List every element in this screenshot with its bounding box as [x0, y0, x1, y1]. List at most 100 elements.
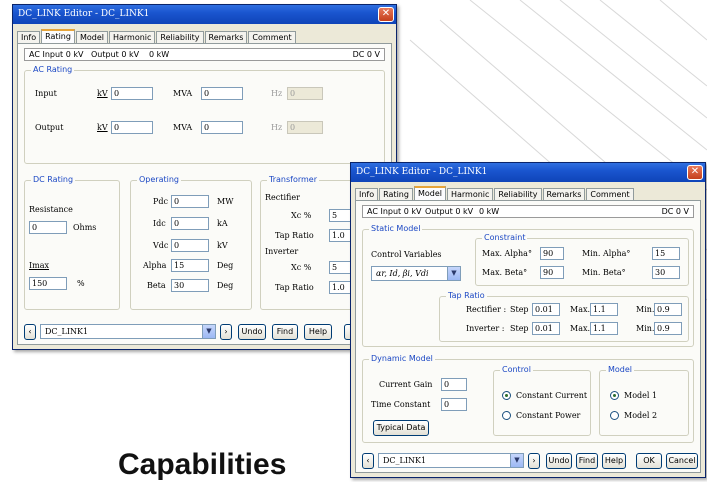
close-icon[interactable]: ✕: [687, 165, 703, 180]
output-kv-field[interactable]: 0: [111, 121, 153, 134]
output-hz-label: Hz: [271, 123, 283, 132]
inv-step-label: Step: [510, 324, 529, 333]
operating-group: Operating Pdc 0 MW Idc 0 kA Vdc 0 kV Alp…: [130, 175, 252, 310]
status-dc: DC 0 V: [661, 207, 689, 216]
close-icon[interactable]: ✕: [378, 7, 394, 22]
tab-model[interactable]: Model: [75, 31, 108, 43]
output-mva-field[interactable]: 0: [201, 121, 243, 134]
window2-title: DC_LINK Editor - DC_LINK1: [356, 167, 488, 177]
status-ac-input: AC Input 0 kV: [367, 207, 422, 216]
idc-label: Idc: [153, 219, 166, 228]
undo-button[interactable]: Undo: [546, 453, 572, 469]
status-ac-output: Output 0 kV: [425, 207, 474, 216]
model1-radio[interactable]: [610, 391, 619, 400]
find-button[interactable]: Find: [576, 453, 598, 469]
tab-info[interactable]: Info: [17, 31, 41, 43]
chevron-right-icon: ›: [224, 327, 228, 336]
dynamic-model-label: Dynamic Model: [369, 354, 435, 364]
next-device-button[interactable]: ›: [528, 453, 540, 469]
rect-step-label: Step: [510, 305, 529, 314]
alpha-label: Alpha: [143, 261, 167, 270]
tab-harmonic[interactable]: Harmonic: [108, 31, 156, 43]
rect-max-label: Max.: [570, 305, 591, 314]
help-button[interactable]: Help: [304, 324, 332, 340]
device-select[interactable]: DC_LINK1 ▼: [40, 324, 216, 339]
tab-comment[interactable]: Comment: [586, 188, 634, 200]
time-constant-field[interactable]: 0: [441, 398, 467, 411]
current-gain-field[interactable]: 0: [441, 378, 467, 391]
static-model-label: Static Model: [369, 224, 423, 234]
max-alpha-label: Max. Alpha°: [482, 249, 532, 258]
ok-button[interactable]: OK: [636, 453, 662, 469]
rating-panel: AC Input 0 kV Output 0 kV 0 kW DC 0 V AC…: [17, 43, 392, 345]
tap-inverter-label: Inverter :: [466, 324, 505, 333]
control-variables-select[interactable]: αr, Id, βi, Vdi ▼: [371, 266, 461, 281]
input-kv-field[interactable]: 0: [111, 87, 153, 100]
control-group: Control Constant Current Constant Power: [493, 365, 591, 436]
find-button[interactable]: Find: [272, 324, 298, 340]
model2-radio[interactable]: [610, 411, 619, 420]
constant-current-radio[interactable]: [502, 391, 511, 400]
status-ac-output: Output 0 kV: [91, 50, 140, 59]
transformer-label: Transformer: [267, 175, 320, 185]
input-hz-field[interactable]: 0: [287, 87, 323, 100]
min-alpha-field[interactable]: 15: [652, 247, 680, 260]
prev-device-button[interactable]: ‹: [24, 324, 36, 340]
prev-device-button[interactable]: ‹: [362, 453, 374, 469]
tab-model[interactable]: Model: [413, 186, 446, 200]
cancel-button[interactable]: Cancel: [666, 453, 698, 469]
output-hz-field[interactable]: 0: [287, 121, 323, 134]
resistance-field[interactable]: 0: [29, 221, 67, 234]
resistance-label: Resistance: [29, 205, 73, 214]
vdc-unit: kV: [217, 241, 228, 250]
pdc-label: Pdc: [153, 197, 168, 206]
alpha-field[interactable]: 15: [171, 259, 209, 272]
chevron-down-icon: ▼: [202, 325, 215, 338]
tab-reliability[interactable]: Reliability: [494, 188, 542, 200]
help-button[interactable]: Help: [602, 453, 626, 469]
pdc-field[interactable]: 0: [171, 195, 209, 208]
min-beta-label: Min. Beta°: [582, 268, 626, 277]
window2-titlebar[interactable]: DC_LINK Editor - DC_LINK1 ✕: [351, 163, 705, 182]
rect-min-field[interactable]: 0.9: [654, 303, 682, 316]
tab-info[interactable]: Info: [355, 188, 379, 200]
window1-titlebar[interactable]: DC_LINK Editor - DC_LINK1 ✕: [13, 5, 396, 24]
status-power: 0 kW: [149, 50, 170, 59]
tab-remarks[interactable]: Remarks: [204, 31, 248, 43]
idc-unit: kA: [217, 219, 228, 228]
rect-max-field[interactable]: 1.1: [590, 303, 618, 316]
model-label: Model: [606, 365, 635, 375]
inv-min-field[interactable]: 0.9: [654, 322, 682, 335]
rect-step-field[interactable]: 0.01: [532, 303, 560, 316]
max-beta-field[interactable]: 90: [540, 266, 564, 279]
min-beta-field[interactable]: 30: [652, 266, 680, 279]
current-gain-label: Current Gain: [379, 380, 433, 389]
chevron-left-icon: ‹: [366, 456, 370, 465]
input-mva-field[interactable]: 0: [201, 87, 243, 100]
inv-max-field[interactable]: 1.1: [590, 322, 618, 335]
beta-field[interactable]: 30: [171, 279, 209, 292]
imax-field[interactable]: 150: [29, 277, 67, 290]
constant-power-radio[interactable]: [502, 411, 511, 420]
ac-output-label: Output: [35, 123, 64, 132]
next-device-button[interactable]: ›: [220, 324, 232, 340]
vdc-field[interactable]: 0: [171, 239, 209, 252]
tab-rating[interactable]: Rating: [379, 188, 413, 200]
tab-reliability[interactable]: Reliability: [156, 31, 204, 43]
inv-min-label: Min.: [636, 324, 655, 333]
tab-comment[interactable]: Comment: [248, 31, 296, 43]
typical-data-button[interactable]: Typical Data: [373, 420, 429, 436]
tab-harmonic[interactable]: Harmonic: [446, 188, 494, 200]
ac-rating-group: AC Rating Input kV 0 MVA 0 Hz 0 Output k…: [24, 65, 385, 164]
tab-remarks[interactable]: Remarks: [542, 188, 586, 200]
chevron-left-icon: ‹: [28, 327, 32, 336]
device-select[interactable]: DC_LINK1 ▼: [378, 453, 524, 468]
max-alpha-field[interactable]: 90: [540, 247, 564, 260]
device-select-value: DC_LINK1: [45, 327, 89, 336]
tab-rating[interactable]: Rating: [41, 29, 75, 43]
idc-field[interactable]: 0: [171, 217, 209, 230]
beta-label: Beta: [147, 281, 166, 290]
tap-ratio-label: Tap Ratio: [446, 291, 487, 301]
inv-step-field[interactable]: 0.01: [532, 322, 560, 335]
undo-button[interactable]: Undo: [238, 324, 266, 340]
